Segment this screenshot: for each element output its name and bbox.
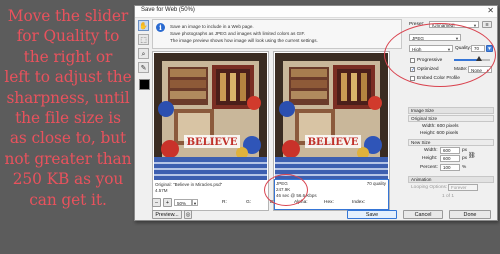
hand-tool-icon[interactable]: ✋ (138, 20, 149, 31)
width-unit: px (462, 148, 468, 153)
scrapbook-artwork-optimized: BELIEVE (275, 53, 388, 180)
preset-menu-icon[interactable]: ≡ (482, 21, 492, 28)
looping-label: Looping Options: (411, 185, 448, 190)
info-line: The image preview shows how image will l… (170, 38, 318, 43)
optimized-preview-image: BELIEVE (275, 53, 388, 180)
width-input[interactable]: 600 (440, 147, 460, 154)
svg-text:BELIEVE: BELIEVE (187, 137, 238, 148)
percent-label: Percent: (420, 165, 438, 170)
height-value: 600 (443, 156, 451, 161)
title-bar: Save for Web (50%) ✕ (135, 6, 497, 18)
instruction-text: Move the slider for Quality to the right… (4, 7, 132, 209)
file-size-highlight-circle (264, 174, 308, 206)
chevron-down-icon: ▼ (473, 23, 477, 28)
zoom-tool-icon[interactable]: ⌕ (138, 48, 149, 59)
info-icon: i (156, 23, 165, 32)
browser-icon[interactable]: ◎ (184, 210, 192, 219)
done-button[interactable]: Done (449, 210, 491, 219)
scrapbook-artwork: BELIEVE (154, 53, 267, 180)
image-size-header[interactable]: Image Size (408, 107, 494, 114)
chevron-down-icon[interactable]: ▾ (192, 199, 198, 206)
r-label: R: (222, 200, 227, 205)
looping-select[interactable]: Forever (448, 184, 478, 191)
close-icon[interactable]: ✕ (487, 6, 494, 16)
settings-highlight-circle (384, 23, 496, 87)
svg-text:BELIEVE: BELIEVE (308, 137, 359, 148)
info-line: Save an image to include in a Web page. (170, 24, 254, 29)
original-preview-pane[interactable]: BELIEVE Original: "Believe in Miracles.p… (152, 51, 269, 211)
original-width: Width: 600 pixels (422, 124, 459, 129)
original-height: Height: 600 pixels (420, 131, 459, 136)
zoom-in-icon[interactable]: + (163, 198, 172, 207)
original-size-header: Original Size (408, 115, 494, 122)
zoom-level: 50% (177, 201, 187, 206)
frame-counter: 1 of 1 (442, 194, 455, 199)
eyedropper-icon[interactable]: ✎ (138, 62, 149, 73)
percent-value: 100 (443, 165, 451, 170)
hex-label: Hex: (324, 200, 334, 205)
original-file-size: 4.57M (155, 188, 168, 193)
window-title: Save for Web (50%) (141, 7, 195, 13)
original-filename: Original: "Believe in Miracles.psd" (155, 182, 223, 187)
tool-palette: ✋ ⬚ ⌕ ✎ (137, 20, 150, 90)
zoom-level-field[interactable]: 50% (174, 199, 192, 206)
height-unit: px (462, 156, 468, 161)
animation-header[interactable]: Animation (408, 176, 494, 183)
optimized-quality: 70 quality (366, 181, 386, 186)
height-label: Height: (422, 156, 438, 161)
preview-button[interactable]: Preview... (152, 210, 182, 219)
slice-select-icon[interactable]: ⬚ (138, 34, 149, 45)
save-button[interactable]: Save (347, 210, 397, 219)
width-label: Width: (424, 148, 438, 153)
width-value: 600 (443, 148, 451, 153)
eyedropper-color-swatch[interactable] (139, 79, 150, 90)
g-label: G: (246, 200, 252, 205)
index-label: Index: (352, 200, 366, 205)
original-preview-image: BELIEVE (154, 53, 267, 180)
looping-value: Forever (451, 185, 467, 190)
cancel-button[interactable]: Cancel (403, 210, 443, 219)
height-input[interactable]: 600 (440, 155, 460, 162)
percent-unit: % (462, 165, 467, 170)
link-icon[interactable]: ⛓ (468, 152, 476, 159)
info-line: Save photographs as JPEG and images with… (170, 31, 306, 36)
percent-input[interactable]: 100 (440, 164, 460, 171)
new-size-header: New Size (408, 139, 494, 146)
info-bar: i Save an image to include in a Web page… (152, 19, 402, 49)
zoom-out-icon[interactable]: – (152, 198, 161, 207)
